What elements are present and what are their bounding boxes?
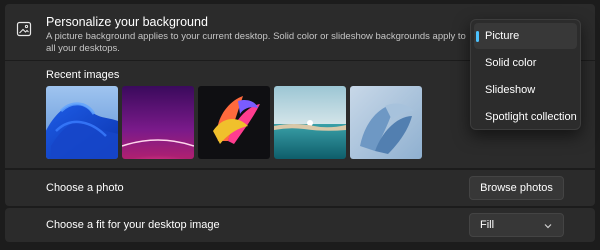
- blue-bloom-wallpaper: [46, 86, 118, 159]
- dropdown-option-slideshow[interactable]: Slideshow: [474, 77, 577, 103]
- browse-photos-button[interactable]: Browse photos: [469, 176, 564, 200]
- recent-images-label: Recent images: [46, 69, 120, 81]
- colorful-ribbon-wallpaper: [198, 86, 270, 159]
- pale-blue-bloom-wallpaper: [350, 86, 422, 159]
- picture-icon: [16, 21, 32, 37]
- recent-image-2[interactable]: [122, 86, 194, 159]
- dropdown-option-spotlight-collection[interactable]: Spotlight collection: [474, 104, 577, 130]
- selected-indicator: [476, 31, 479, 42]
- dropdown-option-picture[interactable]: Picture: [474, 23, 577, 49]
- recent-images-list: [46, 86, 422, 159]
- choose-photo-card: Choose a photo Browse photos: [5, 170, 595, 206]
- fit-select[interactable]: Fill: [469, 213, 564, 237]
- choose-fit-label: Choose a fit for your desktop image: [46, 219, 220, 231]
- lake-sunrise-wallpaper: [274, 86, 346, 159]
- dropdown-option-solid-color[interactable]: Solid color: [474, 50, 577, 76]
- recent-image-4[interactable]: [274, 86, 346, 159]
- chevron-down-icon: [544, 224, 552, 229]
- background-description: A picture background applies to your cur…: [46, 31, 466, 54]
- dropdown-option-label: Picture: [485, 30, 520, 42]
- dropdown-option-label: Solid color: [485, 57, 537, 69]
- dropdown-option-label: Spotlight collection: [485, 111, 577, 123]
- recent-image-1[interactable]: [46, 86, 118, 159]
- choose-fit-card: Choose a fit for your desktop image Fill: [5, 208, 595, 242]
- dropdown-option-label: Slideshow: [485, 84, 536, 96]
- background-title: Personalize your background: [46, 15, 208, 29]
- fit-select-value: Fill: [480, 219, 495, 231]
- recent-image-3[interactable]: [198, 86, 270, 159]
- purple-glow-wallpaper: [122, 86, 194, 159]
- recent-image-5[interactable]: [350, 86, 422, 159]
- choose-photo-label: Choose a photo: [46, 182, 124, 194]
- background-type-dropdown: Picture Solid color Slideshow Spotlight …: [470, 19, 581, 130]
